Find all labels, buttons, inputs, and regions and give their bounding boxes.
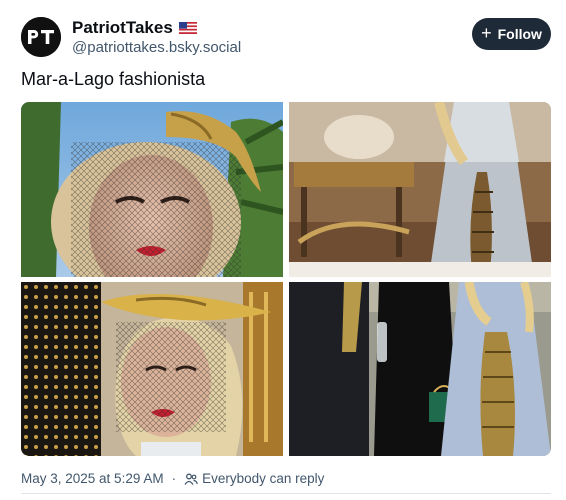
avatar[interactable] [21, 17, 61, 57]
reply-setting[interactable]: Everybody can reply [184, 471, 324, 486]
author-handle[interactable]: @patriottakes.bsky.social [72, 39, 241, 56]
woman-veil-lobster-headpiece-photo[interactable] [21, 102, 283, 277]
post-timestamp[interactable]: May 3, 2025 at 5:29 AM [21, 471, 164, 486]
us-flag-icon [178, 22, 197, 34]
post-meta: May 3, 2025 at 5:29 AM · Everybody can r… [21, 471, 324, 486]
meta-separator: · [171, 471, 177, 486]
post-card: PatriotTakes @patriottakes.bsky.social +… [0, 0, 566, 500]
author-name-row: PatriotTakes [72, 18, 197, 38]
reply-setting-label: Everybody can reply [202, 471, 325, 486]
follow-button[interactable]: + Follow [472, 18, 551, 50]
woman-lobster-dress-room-photo[interactable] [289, 102, 551, 277]
author-name[interactable]: PatriotTakes [72, 18, 173, 38]
image-gallery [21, 102, 551, 456]
people-icon [184, 473, 198, 485]
woman-veil-gold-lobster-hat-photo[interactable] [21, 282, 283, 456]
plus-icon: + [481, 23, 492, 43]
follow-label: Follow [497, 26, 542, 42]
divider [21, 493, 551, 494]
post-text: Mar-a-Lago fashionista [21, 69, 206, 89]
group-lobster-gown-photo[interactable] [289, 282, 551, 456]
pt-logo-icon [21, 17, 61, 57]
